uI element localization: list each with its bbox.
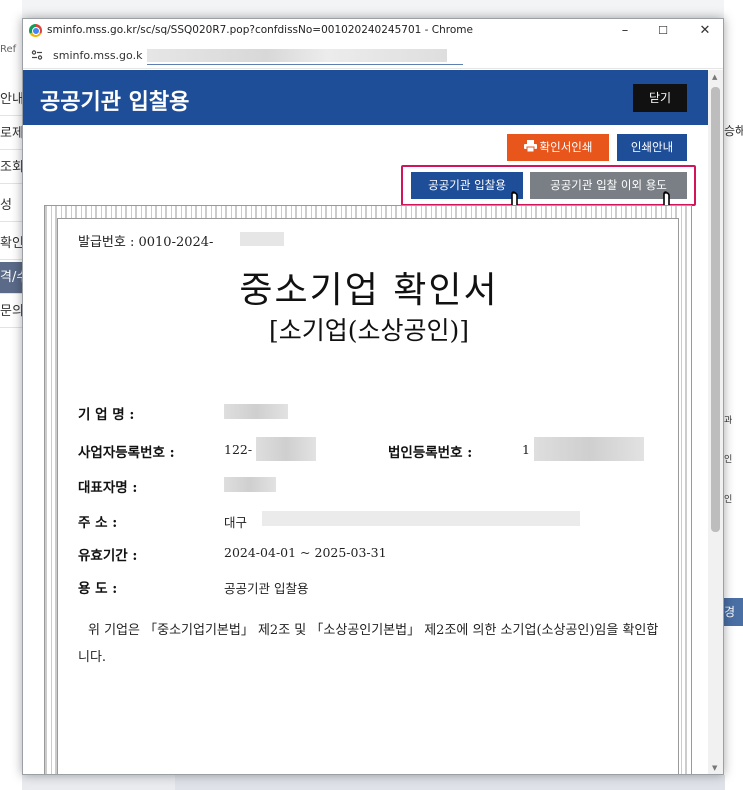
certificate-body: 발급번호 : 0010-2024- 중소기업 확인서 [소기업(소상공인)] 기… <box>57 218 679 774</box>
printer-icon <box>523 140 537 153</box>
background-menu-item[interactable]: 문의 <box>0 296 22 328</box>
address-value: 대구 <box>224 515 248 530</box>
background-right-text: 승해 <box>724 124 743 138</box>
corporate-number-value: 1 <box>522 442 530 457</box>
background-menu-item-active[interactable]: 격/수 <box>0 262 22 294</box>
maximize-button[interactable]: ☐ <box>647 21 679 41</box>
print-certificate-button[interactable]: 확인서인쇄 <box>507 134 609 161</box>
window-title: sminfo.mss.go.kr/sc/sq/SSQ020R7.pop?conf… <box>47 24 473 36</box>
certificate-subtitle: [소기업(소상공인)] <box>268 316 469 345</box>
print-certificate-label: 확인서인쇄 <box>539 140 593 154</box>
address-bar[interactable]: sminfo.mss.go.k <box>23 43 723 69</box>
page-title: 공공기관 입찰용 <box>40 90 190 115</box>
certificate: 발급번호 : 0010-2024- 중소기업 확인서 [소기업(소상공인)] 기… <box>44 205 692 774</box>
background-right-text: 과 <box>724 416 733 426</box>
ceo-name-label: 대표자명 : <box>78 480 138 496</box>
site-info-icon[interactable] <box>31 49 43 64</box>
background-right-panel <box>724 0 743 790</box>
url-text[interactable]: sminfo.mss.go.k <box>53 49 142 62</box>
company-name-label: 기 업 명 : <box>78 407 135 423</box>
scroll-up-arrow-icon[interactable]: ▲ <box>712 73 717 81</box>
chrome-icon <box>29 24 42 37</box>
background-menu-item[interactable]: 안내 <box>0 84 22 116</box>
window-close-button[interactable]: ✕ <box>689 21 721 41</box>
minimize-button[interactable]: – <box>609 21 641 41</box>
certificate-statement: 위 기업은 「중소기업기본법」 제2조 및 「소상공인기본법」 제2조에 의한 … <box>78 623 659 665</box>
validity-label: 유효기간 : <box>78 548 138 564</box>
background-menu-item[interactable]: 조회 <box>0 152 22 184</box>
business-number-redacted <box>256 437 316 461</box>
validity-value: 2024-04-01 ~ 2025-03-31 <box>224 545 387 560</box>
company-name-redacted <box>224 404 288 419</box>
popup-window: sminfo.mss.go.kr/sc/sq/SSQ020R7.pop?conf… <box>22 18 724 775</box>
address-redacted <box>262 511 580 526</box>
background-menu-item[interactable]: 로제 <box>0 118 22 150</box>
address-label: 주 소 : <box>78 515 118 531</box>
corporate-number-redacted <box>534 437 644 461</box>
background-sidebar: Ref 안내 로제 조회 성 확인 격/수 문의 <box>0 0 22 790</box>
popup-content: 공공기관 입찰용 닫기 확인서인쇄 인쇄안내 공공기관 입찰용 공공기관 입찰 … <box>23 70 708 774</box>
url-redacted <box>147 49 447 62</box>
close-button[interactable]: 닫기 <box>633 84 687 112</box>
business-number-label: 사업자등록번호 : <box>78 445 175 461</box>
business-number-value: 122- <box>224 442 253 457</box>
background-right-button[interactable]: 경 <box>724 598 743 626</box>
purpose-value: 공공기관 입찰용 <box>224 581 309 596</box>
scroll-down-arrow-icon[interactable]: ▼ <box>712 764 717 772</box>
corporate-number-label: 법인등록번호 : <box>388 445 473 461</box>
issue-number-redacted <box>240 232 284 246</box>
background-ref-label: Ref <box>0 44 17 55</box>
purpose-label: 용 도 : <box>78 581 118 597</box>
background-right-text: 인 <box>724 495 733 505</box>
scrollbar-thumb[interactable] <box>711 87 720 532</box>
background-right-text: 인 <box>724 455 733 465</box>
certificate-title: 중소기업 확인서 <box>239 270 499 311</box>
url-underline <box>147 64 463 65</box>
popup-scrollbar[interactable]: ▲ ▼ <box>708 70 723 774</box>
window-titlebar[interactable]: sminfo.mss.go.kr/sc/sq/SSQ020R7.pop?conf… <box>23 19 723 43</box>
background-menu-item[interactable]: 성 <box>0 190 22 222</box>
background-menu-item[interactable]: 확인 <box>0 228 22 260</box>
issue-number: 발급번호 : 0010-2024- <box>78 235 214 250</box>
page-header: 공공기관 입찰용 닫기 <box>23 70 708 125</box>
background-bottom-panel <box>175 775 725 790</box>
ceo-name-redacted <box>224 477 276 492</box>
print-guide-button[interactable]: 인쇄안내 <box>617 134 687 161</box>
